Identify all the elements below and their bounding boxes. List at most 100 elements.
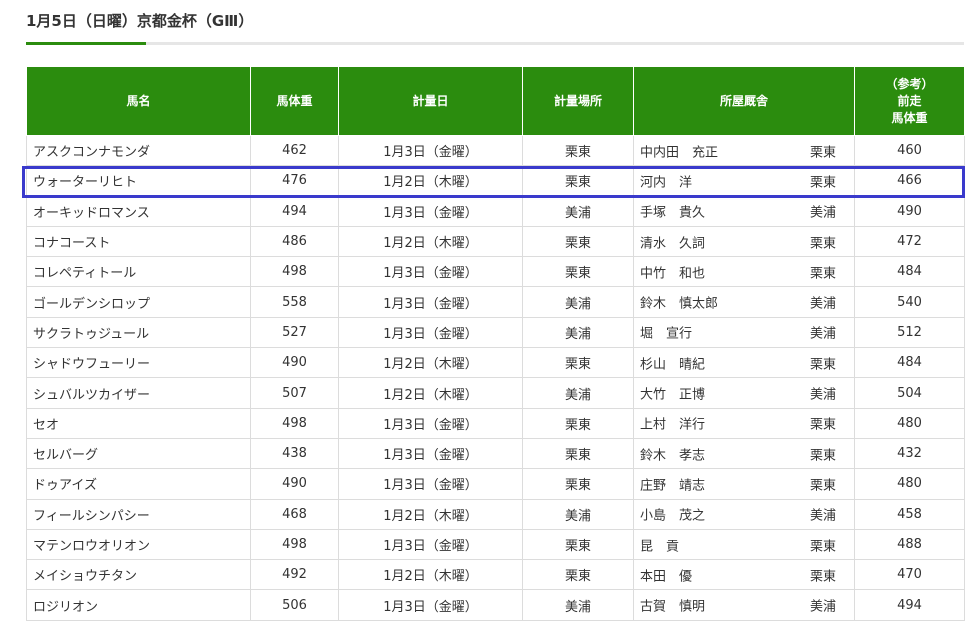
stable-location: 栗東 (810, 236, 837, 252)
stable-cell: 鈴木 孝志 栗東 (633, 437, 855, 470)
horse-name-cell: コレペティトール (26, 256, 251, 288)
weight-cell: 506 (250, 589, 339, 621)
horse-name-cell: シャドウフューリー (26, 347, 251, 379)
horse-name-cell: サクラトゥジュール (26, 316, 251, 349)
table-row: オーキッドロマンス 494 1月3日（金曜） 美浦 手塚 貴久 美浦 490 (26, 195, 965, 227)
stable-location: 美浦 (810, 508, 837, 524)
weigh-place-cell: 美浦 (522, 316, 634, 349)
weight-cell: 498 (250, 528, 339, 561)
weight-cell: 462 (250, 134, 339, 167)
header-stable: 所屋厩舎 (633, 66, 855, 136)
stable-location: 栗東 (810, 417, 837, 433)
weigh-date-cell: 1月3日（金曜） (338, 195, 523, 227)
weight-cell: 490 (250, 347, 339, 379)
stable-location: 栗東 (810, 357, 837, 373)
weigh-place-cell: 美浦 (522, 589, 634, 621)
weight-cell: 527 (250, 316, 339, 349)
weigh-date-cell: 1月3日（金曜） (338, 468, 523, 500)
prev-weight-cell: 480 (854, 407, 965, 439)
trainer-name: 小島 茂之 (640, 508, 706, 524)
horse-name-cell: マテンロウオリオン (26, 528, 251, 561)
horse-name-cell: ウォーターリヒト (26, 165, 251, 197)
table-row: メイショウチタン 492 1月2日（木曜） 栗東 本田 優栗東 470 (26, 559, 965, 591)
trainer-name: 昆 貢 (640, 539, 680, 554)
table-row: コレペティトール 498 1月3日（金曜） 栗東 中竹 和也 栗東 484 (26, 256, 965, 288)
weight-cell: 490 (250, 468, 339, 500)
prev-weight-cell: 488 (854, 528, 965, 561)
stable-location: 美浦 (810, 599, 837, 615)
weight-cell: 486 (250, 225, 339, 258)
stable-location: 栗東 (810, 569, 837, 585)
stable-cell: 手塚 貴久 美浦 (633, 195, 855, 227)
weigh-date-cell: 1月3日（金曜） (338, 407, 523, 439)
horse-name-cell: フィールシンパシー (26, 498, 251, 530)
weigh-date-cell: 1月2日（木曜） (338, 377, 523, 409)
header-weigh-date: 計量日 (338, 66, 523, 136)
prev-weight-cell: 504 (854, 377, 965, 409)
horse-name-cell: アスクコンナモンダ (26, 134, 251, 167)
weigh-date-cell: 1月3日（金曜） (338, 528, 523, 561)
prev-weight-cell: 458 (854, 498, 965, 530)
trainer-name: 杉山 晴紀 (640, 357, 706, 373)
weigh-place-cell: 美浦 (522, 498, 634, 530)
horse-name-cell: オーキッドロマンス (26, 195, 251, 227)
trainer-name: 手塚 貴久 (640, 205, 706, 221)
weigh-place-cell: 美浦 (522, 195, 634, 227)
weigh-place-cell: 栗東 (522, 347, 634, 379)
header-prev-line2: 前走 (897, 93, 922, 108)
stable-location: 栗東 (810, 175, 837, 191)
weigh-place-cell: 栗東 (522, 407, 634, 439)
weigh-place-cell: 栗東 (522, 559, 634, 591)
table-row: ゴールデンシロップ 558 1月3日（金曜） 美浦 鈴木 慎太郎 美浦 540 (26, 286, 965, 318)
weigh-date-cell: 1月3日（金曜） (338, 589, 523, 621)
stable-location: 栗東 (810, 266, 837, 282)
header-horse-name: 馬名 (26, 66, 251, 136)
weigh-date-cell: 1月3日（金曜） (338, 134, 523, 167)
weigh-place-cell: 美浦 (522, 377, 634, 409)
stable-cell: 小島 茂之 美浦 (633, 498, 855, 530)
stable-cell: 昆 貢 栗東 (633, 528, 855, 561)
table-row: セオ 498 1月3日（金曜） 栗東 上村 洋行 栗東 480 (26, 407, 965, 439)
header-prev-line1: （参考） (885, 76, 934, 91)
trainer-name: 中竹 和也 (640, 266, 706, 282)
weight-cell: 494 (250, 195, 339, 227)
prev-weight-cell: 466 (854, 165, 965, 197)
table-row: シャドウフューリー 490 1月2日（木曜） 栗東 杉山 晴紀 栗東 484 (26, 347, 965, 379)
weigh-date-cell: 1月3日（金曜） (338, 437, 523, 470)
stable-location: 美浦 (810, 387, 837, 403)
weigh-date-cell: 1月2日（木曜） (338, 498, 523, 530)
weigh-place-cell: 栗東 (522, 225, 634, 258)
weight-cell: 558 (250, 286, 339, 318)
table-row: マテンロウオリオン 498 1月3日（金曜） 栗東昆 貢栗東 488 (26, 528, 965, 561)
weigh-date-cell: 1月3日（金曜） (338, 256, 523, 288)
horse-name-cell: ゴールデンシロップ (26, 286, 251, 318)
table-row: ウォーターリヒト 476 1月2日（木曜） 栗東 河内 洋栗東 466 (26, 165, 965, 197)
stable-cell: 堀 宣行 美浦 (633, 316, 855, 349)
header-prev-line3: 馬体重 (891, 110, 928, 125)
horse-weight-table: 馬名 馬体重 計量日 計量場所 所屋厩舎 （参考） 前走 馬体重 アスクコンナモ… (26, 66, 965, 621)
table-row: コナコースト 486 1月2日（木曜） 栗東 清水 久詞 栗東 472 (26, 225, 965, 258)
weigh-date-cell: 1月3日（金曜） (338, 316, 523, 349)
trainer-name: 堀 宣行 (640, 326, 693, 342)
trainer-name: 中内田 充正 (640, 145, 719, 161)
prev-weight-cell: 540 (854, 286, 965, 318)
stable-cell: 清水 久詞 栗東 (633, 225, 855, 258)
stable-cell: 庄野 靖志 栗東 (633, 468, 855, 500)
prev-weight-cell: 480 (854, 468, 965, 500)
stable-location: 栗東 (810, 145, 837, 161)
weigh-place-cell: 栗東 (522, 256, 634, 288)
page-title: 1月5日（日曜）京都金杯（GⅢ） (26, 12, 254, 30)
trainer-name: 上村 洋行 (640, 417, 706, 433)
weigh-place-cell: 栗東 (522, 468, 634, 500)
stable-cell: 本田 優 栗東 (633, 559, 855, 591)
weigh-date-cell: 1月3日（金曜） (338, 286, 523, 318)
weigh-place-cell: 栗東 (522, 528, 634, 561)
prev-weight-cell: 472 (854, 225, 965, 258)
heading-underline-accent (26, 42, 146, 45)
table-row: サクラトゥジュール 527 1月3日（金曜） 美浦堀 宣行 美浦 512 (26, 316, 965, 349)
stable-location: 栗東 (810, 448, 837, 464)
trainer-name: 庄野 靖志 (640, 478, 706, 494)
weigh-place-cell: 栗東 (522, 134, 634, 167)
table-row: アスクコンナモンダ 462 1月3日（金曜） 栗東 中内田 充正 栗東 460 (26, 134, 965, 167)
horse-name-cell: セオ (26, 407, 251, 439)
